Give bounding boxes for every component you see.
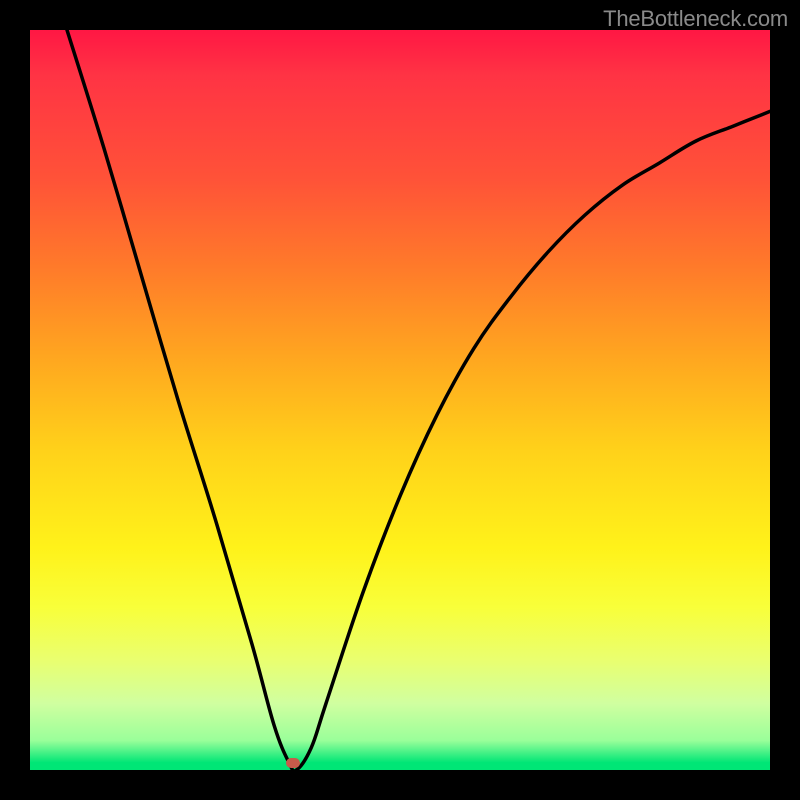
optimal-point-marker: [286, 758, 300, 768]
chart-frame: TheBottleneck.com: [0, 0, 800, 800]
attribution-label: TheBottleneck.com: [603, 6, 788, 32]
plot-area: [30, 30, 770, 770]
bottleneck-curve: [30, 30, 770, 770]
